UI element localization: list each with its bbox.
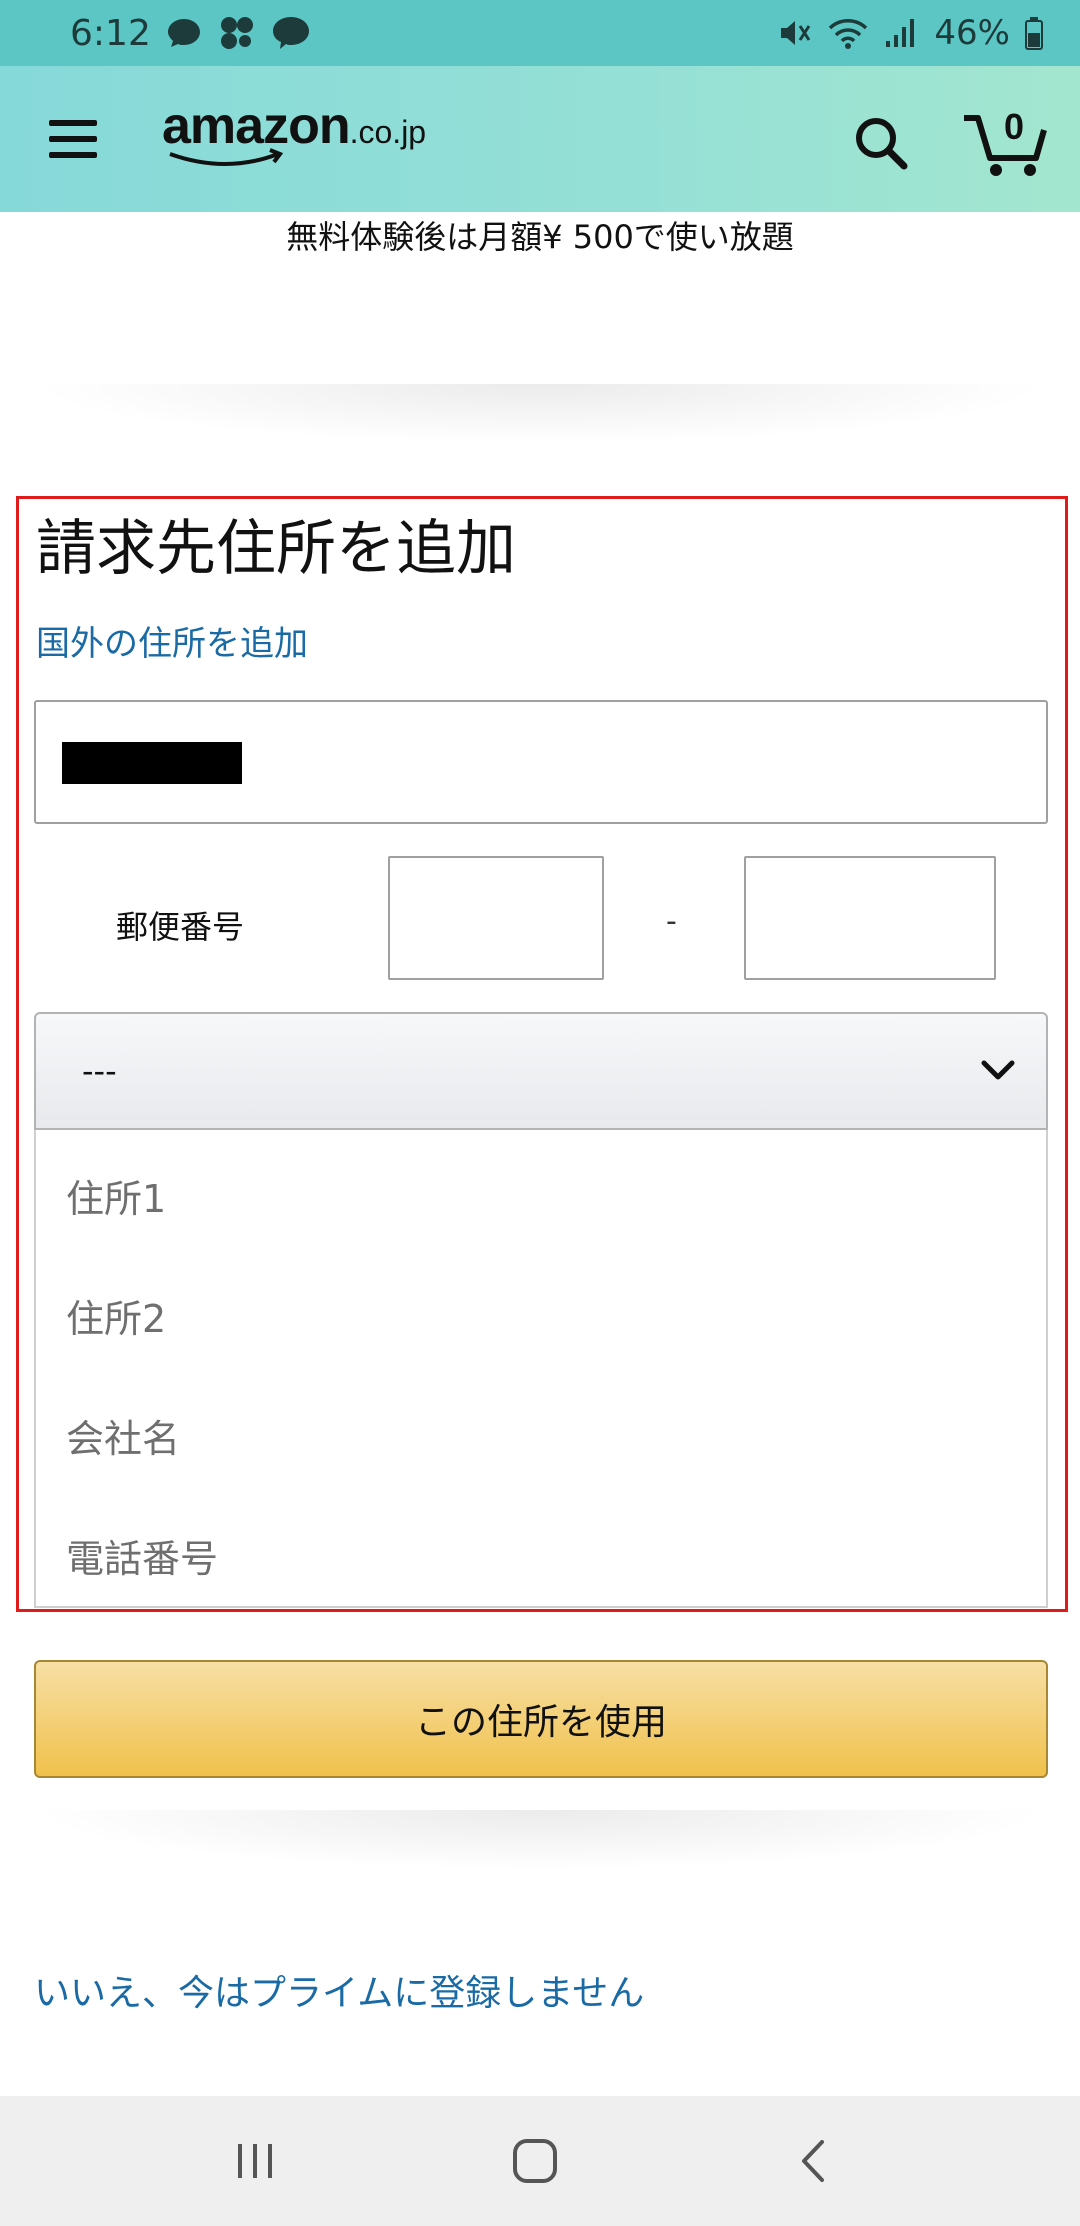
system-nav-bar	[0, 2096, 1080, 2226]
prefecture-select[interactable]: ---	[34, 1012, 1048, 1130]
cart-button[interactable]: 0	[960, 100, 1050, 180]
messenger-icon	[167, 19, 200, 47]
battery-icon	[1025, 17, 1043, 50]
section-divider	[30, 384, 1050, 444]
postal-code-label: 郵便番号	[116, 908, 245, 946]
postal-code-first-input[interactable]	[388, 856, 604, 980]
phone-placeholder: 電話番号	[66, 1537, 219, 1581]
postal-code-separator: -	[666, 904, 677, 939]
pinwheel-app-icon	[220, 17, 253, 49]
full-name-field[interactable]	[34, 700, 1048, 824]
address2-input[interactable]: 住所2	[34, 1250, 1048, 1372]
address1-placeholder: 住所1	[66, 1177, 167, 1221]
back-icon[interactable]	[790, 2136, 840, 2186]
home-icon[interactable]	[510, 2136, 560, 2186]
recent-apps-icon[interactable]	[230, 2136, 280, 2186]
signal-icon	[886, 19, 915, 47]
address1-input[interactable]: 住所1	[34, 1130, 1048, 1252]
logo-smile-icon	[169, 148, 284, 166]
search-icon[interactable]	[848, 110, 914, 176]
address2-placeholder: 住所2	[66, 1297, 167, 1341]
mute-icon	[781, 21, 811, 45]
menu-button[interactable]	[44, 110, 106, 166]
promo-text: 無料体験後は月額¥ 500で使い放題	[286, 218, 794, 256]
use-this-address-button[interactable]: この住所を使用	[34, 1660, 1048, 1778]
line-icon	[272, 17, 309, 49]
app-header: amazon.co.jp	[0, 66, 1080, 212]
section-divider	[30, 1810, 1050, 1870]
logo-tld: .co.jp	[349, 114, 427, 150]
amazon-logo[interactable]: amazon.co.jp	[162, 96, 426, 176]
postal-code-second-input[interactable]	[744, 856, 996, 980]
company-placeholder: 会社名	[66, 1417, 181, 1461]
chevron-down-icon	[981, 1060, 1015, 1080]
page-title: 請求先住所を追加	[36, 514, 516, 584]
cart-count: 0	[1004, 106, 1025, 147]
add-international-address-link[interactable]: 国外の住所を追加	[36, 616, 308, 665]
redacted-name	[62, 742, 242, 784]
status-bar: 6:12 46%	[0, 0, 1080, 66]
wifi-icon	[829, 19, 868, 49]
prefecture-value: ---	[82, 1052, 117, 1090]
company-input[interactable]: 会社名	[34, 1370, 1048, 1492]
decline-prime-link[interactable]: いいえ、今はプライムに登録しません	[34, 1964, 644, 2016]
status-time: 6:12	[70, 12, 151, 54]
logo-word: amazon	[162, 97, 351, 155]
phone-input[interactable]: 電話番号	[34, 1490, 1048, 1608]
battery-percent: 46%	[934, 13, 1010, 53]
